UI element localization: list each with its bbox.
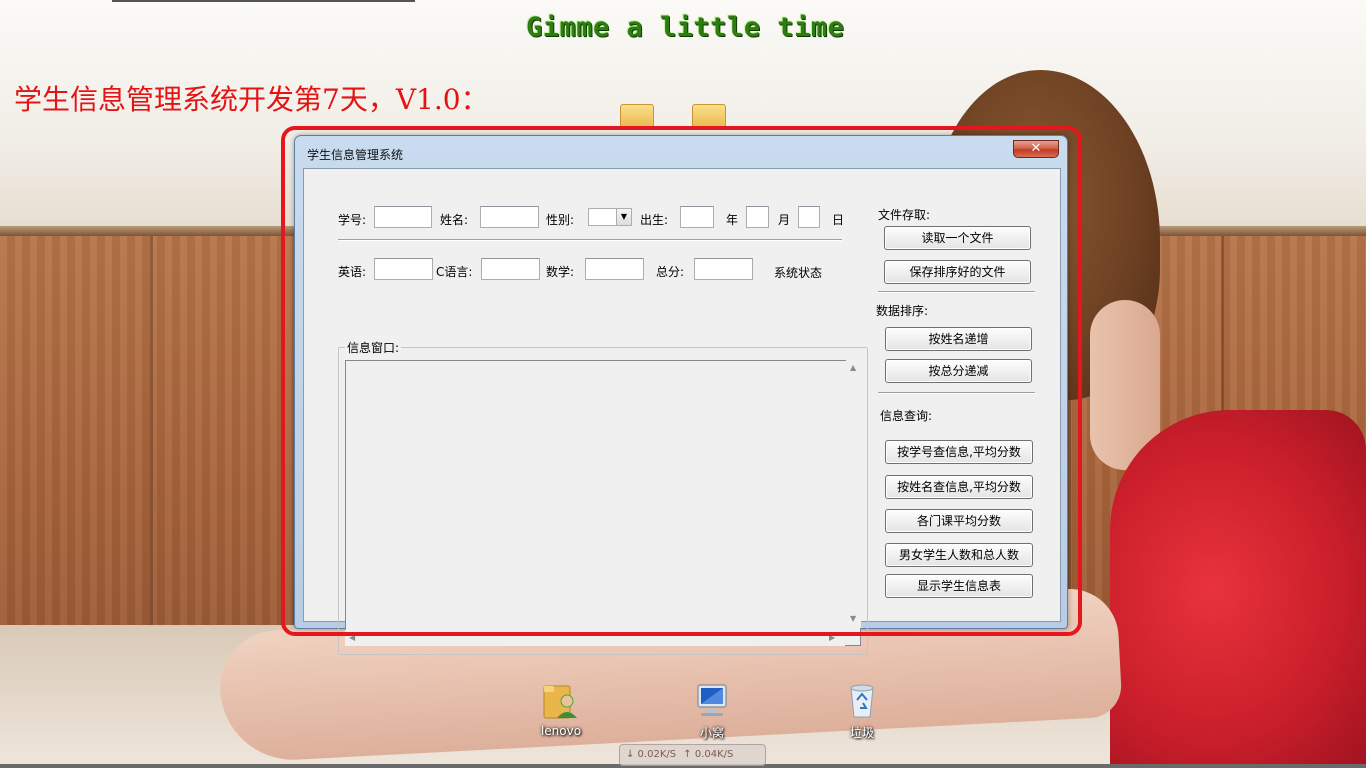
desktop-icon-recycle-bin[interactable]: 垃圾 — [822, 680, 902, 741]
desktop-icon-label: lenovo — [540, 724, 582, 738]
desktop-icon-label: 垃圾 — [849, 726, 874, 740]
network-speed-widget[interactable]: ↓ 0.02K/S ↑ 0.04K/S — [619, 744, 766, 766]
headline: 学生信息管理系统开发第7天，V1.0： — [14, 83, 489, 116]
recycle-bin-icon — [850, 684, 874, 718]
upload-speed: ↑ 0.04K/S — [683, 749, 734, 760]
wallpaper-figure-dress — [1110, 410, 1366, 768]
computer-icon — [697, 684, 727, 716]
banner-title: Gimme a little time — [526, 12, 845, 43]
user-folder-icon — [543, 685, 577, 719]
desktop-icon-lenovo[interactable]: lenovo — [521, 680, 601, 738]
desktop-icon-label: 小窝 — [699, 726, 724, 740]
desktop-icon-computer[interactable]: 小窝 — [672, 680, 752, 741]
highlight-frame — [281, 126, 1082, 636]
download-speed: ↓ 0.02K/S — [626, 749, 677, 760]
top-edge-bar — [112, 0, 415, 2]
